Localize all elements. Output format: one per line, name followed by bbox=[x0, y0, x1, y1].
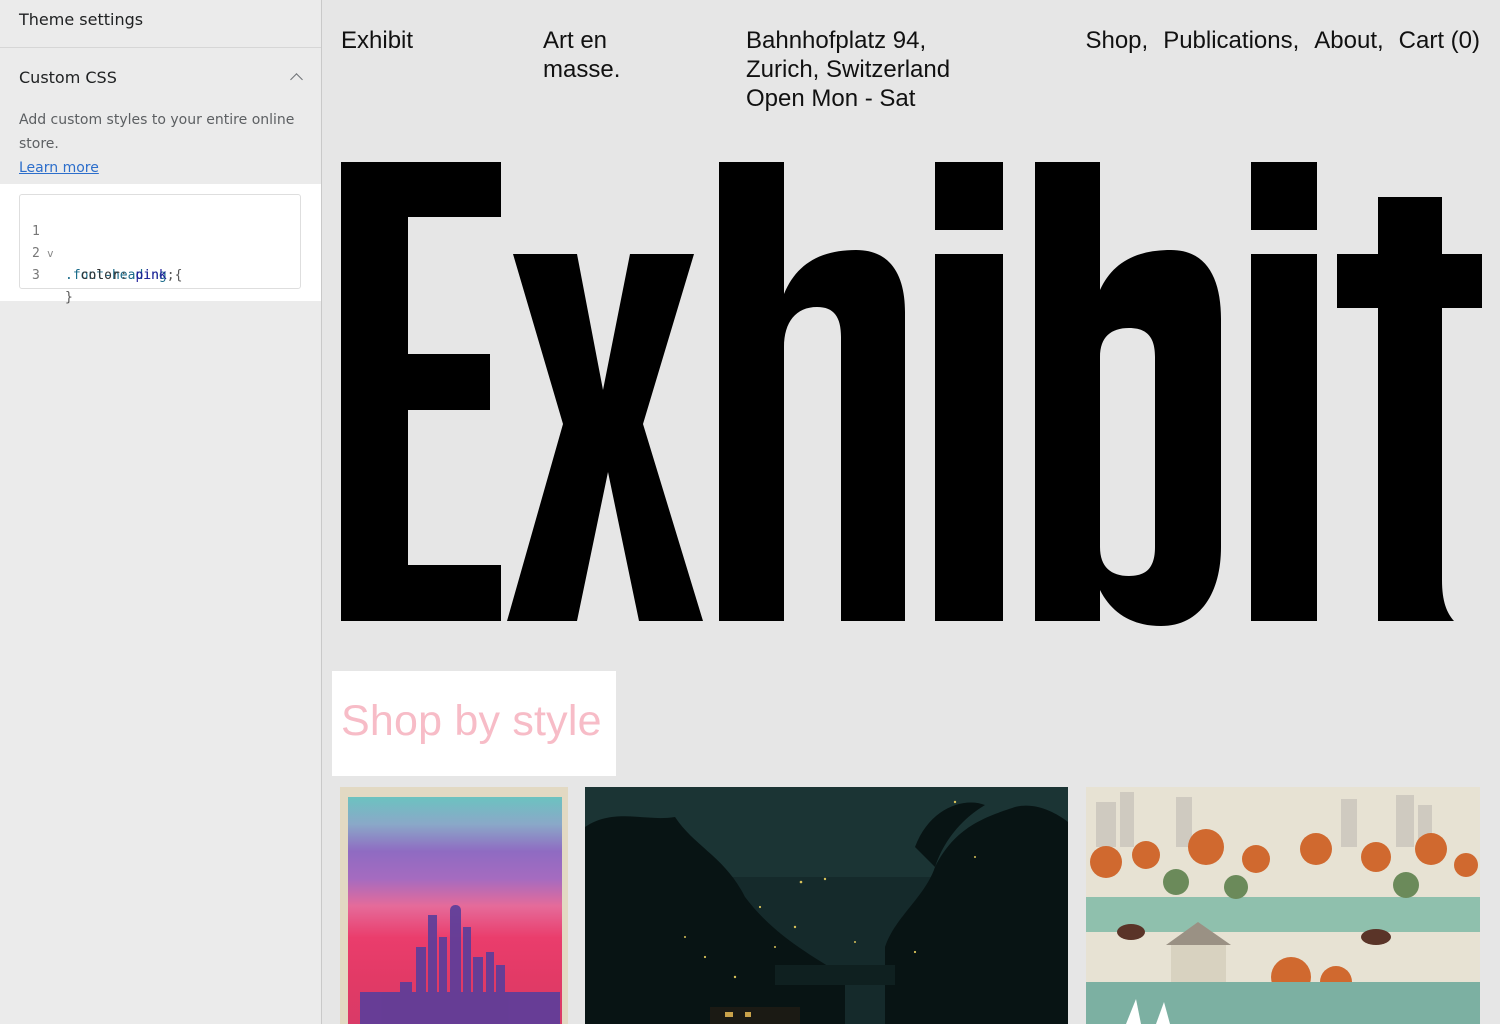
chevron-up-icon[interactable] bbox=[290, 73, 303, 86]
css-code-editor[interactable]: 1 v .font-heading { 2 color: pink; 3 } bbox=[19, 194, 301, 305]
site-tagline: Art en masse. bbox=[543, 27, 621, 83]
theme-settings-sidebar: Theme settings Custom CSS Add custom sty… bbox=[0, 0, 322, 1024]
line-number: 3 bbox=[32, 268, 40, 283]
css-semicolon: ; bbox=[166, 268, 175, 283]
storefront-preview: Exhibit Art en masse. Bahnhofplatz 94, Z… bbox=[322, 0, 1500, 1024]
style-card-watercolor[interactable] bbox=[340, 787, 568, 1024]
custom-css-section-toggle[interactable]: Custom CSS bbox=[0, 48, 321, 106]
style-card-folk-art[interactable] bbox=[1086, 787, 1480, 1024]
sidebar-header: Theme settings bbox=[0, 0, 321, 48]
nav-shop-link[interactable]: Shop, bbox=[1085, 26, 1148, 55]
css-editor-panel: 1 v .font-heading { 2 color: pink; 3 } bbox=[0, 184, 321, 305]
code-line-3: 3 } bbox=[20, 243, 83, 305]
watercolor-skyline-image bbox=[340, 787, 568, 1024]
nav-cart-link[interactable]: Cart (0) bbox=[1399, 26, 1480, 55]
hero-title bbox=[341, 162, 1482, 626]
css-colon: : bbox=[119, 268, 136, 283]
code-line-1: 1 v .font-heading { bbox=[20, 199, 182, 283]
style-card-night-landscape[interactable] bbox=[585, 787, 1068, 1024]
night-landscape-image bbox=[585, 787, 1068, 1024]
heading-highlight: Shop by style bbox=[332, 671, 616, 776]
section-heading: Shop by style bbox=[341, 697, 602, 745]
nav-publications-link[interactable]: Publications, bbox=[1163, 26, 1299, 55]
custom-css-description: Add custom styles to your entire online … bbox=[19, 112, 295, 152]
custom-css-title: Custom CSS bbox=[19, 68, 117, 87]
learn-more-link[interactable]: Learn more bbox=[19, 160, 99, 176]
site-brand-link[interactable]: Exhibit bbox=[341, 26, 413, 55]
code-line-2: 2 color: pink; bbox=[20, 221, 175, 283]
folk-art-park-image bbox=[1086, 787, 1480, 1024]
nav-about-link[interactable]: About, bbox=[1314, 26, 1383, 55]
css-close-brace: } bbox=[65, 290, 73, 305]
sidebar-title: Theme settings bbox=[19, 10, 144, 29]
main-nav: Shop, Publications, About, Cart (0) bbox=[1070, 26, 1480, 55]
store-address: Bahnhofplatz 94, Zurich, Switzerland Ope… bbox=[746, 27, 951, 112]
css-value: pink bbox=[135, 268, 167, 283]
